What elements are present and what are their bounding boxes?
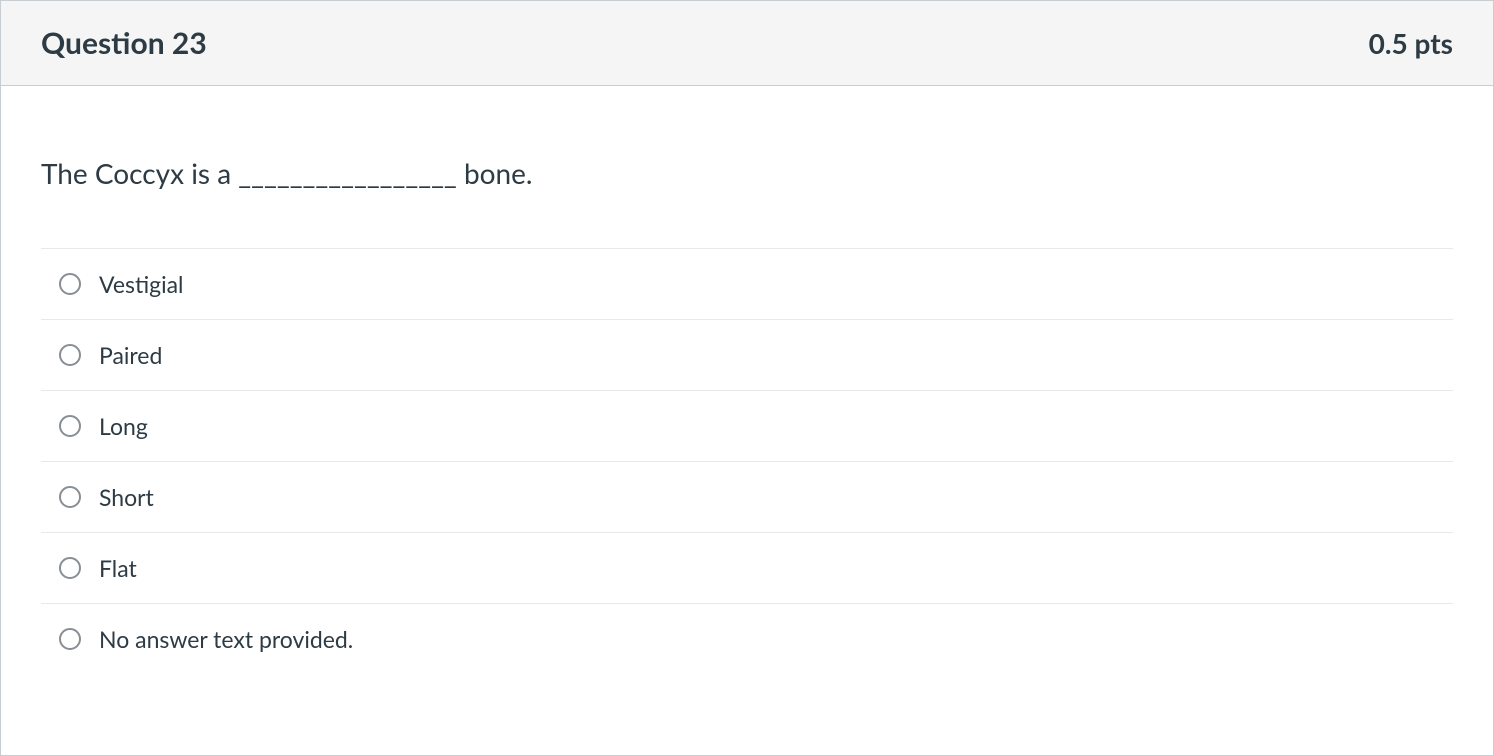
answer-list: Vestigial Paired Long Short Flat No answ… bbox=[41, 248, 1453, 674]
answer-label: Paired bbox=[99, 341, 162, 369]
radio-icon[interactable] bbox=[59, 415, 81, 437]
answer-label: Vestigial bbox=[99, 270, 183, 298]
answer-option[interactable]: Flat bbox=[41, 532, 1453, 603]
radio-icon[interactable] bbox=[59, 273, 81, 295]
answer-option[interactable]: Long bbox=[41, 390, 1453, 461]
radio-icon[interactable] bbox=[59, 557, 81, 579]
answer-label: No answer text provided. bbox=[99, 625, 353, 653]
radio-icon[interactable] bbox=[59, 628, 81, 650]
radio-icon[interactable] bbox=[59, 344, 81, 366]
answer-label: Short bbox=[99, 483, 154, 511]
answer-option[interactable]: Paired bbox=[41, 319, 1453, 390]
answer-option[interactable]: Vestigial bbox=[41, 248, 1453, 319]
question-text: The Coccyx is a _________________ bone. bbox=[41, 156, 1453, 190]
answer-option[interactable]: Short bbox=[41, 461, 1453, 532]
question-title: Question 23 bbox=[41, 25, 207, 61]
question-body: The Coccyx is a _________________ bone. … bbox=[1, 86, 1493, 714]
answer-option[interactable]: No answer text provided. bbox=[41, 603, 1453, 674]
answer-label: Long bbox=[99, 412, 148, 440]
question-header: Question 23 0.5 pts bbox=[1, 1, 1493, 86]
radio-icon[interactable] bbox=[59, 486, 81, 508]
question-container: Question 23 0.5 pts The Coccyx is a ____… bbox=[0, 0, 1494, 756]
answer-label: Flat bbox=[99, 554, 137, 582]
question-points: 0.5 pts bbox=[1369, 26, 1453, 60]
